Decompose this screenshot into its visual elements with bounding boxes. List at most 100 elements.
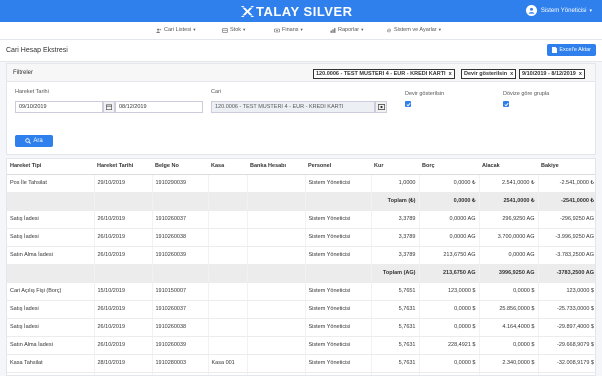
table-cell bbox=[246, 336, 305, 355]
table-cell: Sistem Yöneticisi bbox=[304, 336, 371, 355]
devir-checkbox[interactable] bbox=[405, 101, 411, 107]
table-cell: Satın Alma İadesi bbox=[7, 336, 94, 355]
filter-chip-date[interactable]: 9/10/2019 - 8/12/2019 x bbox=[519, 69, 585, 79]
table-cell: 3,3789 bbox=[370, 210, 419, 229]
cari-picker-button[interactable] bbox=[375, 101, 387, 113]
column-header[interactable]: Hareket Tarihi bbox=[94, 159, 152, 175]
table-cell: 1910260039 bbox=[151, 336, 208, 355]
table-cell bbox=[478, 372, 538, 375]
table-cell bbox=[207, 300, 247, 319]
menu-label: Finans bbox=[282, 27, 299, 33]
table-cell: 29/10/2019 bbox=[93, 174, 152, 193]
table-cell: 1910260038 bbox=[151, 228, 208, 247]
table-cell: 26/10/2019 bbox=[93, 210, 152, 229]
table-cell bbox=[207, 372, 247, 375]
doviz-label: Dövize göre grupla bbox=[503, 91, 550, 97]
column-header[interactable]: Borç bbox=[419, 159, 479, 175]
menu-raporlar[interactable]: Raporlar ▾ bbox=[330, 27, 363, 33]
table-cell bbox=[207, 246, 247, 265]
date-from-input[interactable]: 09/10/2019 bbox=[15, 101, 103, 113]
table-cell: 3,3789 bbox=[370, 228, 419, 247]
column-header[interactable]: Hareket Tipi bbox=[7, 159, 94, 175]
table-total-row: Toplam (AG) 213,6750 AG 3996,9250 AG -3783,… bbox=[7, 264, 595, 283]
table-cell: Kasa Tahsilat bbox=[7, 354, 94, 373]
table-cell: 0,0000 AG bbox=[418, 228, 479, 247]
menu-cari-listesi[interactable]: Cari Listesi ▾ bbox=[156, 27, 195, 33]
column-header[interactable]: Belge No bbox=[152, 159, 208, 175]
menu-finans[interactable]: Finans ▾ bbox=[274, 27, 303, 33]
table-cell bbox=[246, 192, 305, 211]
close-icon[interactable]: x bbox=[510, 71, 513, 77]
table-cell: Sistem Yöneticisi bbox=[304, 174, 371, 193]
table-cell: 3.700,0000 AG bbox=[478, 228, 538, 247]
menu-label: Stok bbox=[230, 27, 242, 33]
table-cell: 25.856,0000 $ bbox=[478, 300, 538, 319]
table-cell bbox=[246, 228, 305, 247]
column-header[interactable]: Kur bbox=[371, 159, 419, 175]
cari-select[interactable]: 120.0006 - TEST MUSTERI 4 - EUR - KREDI … bbox=[211, 101, 375, 113]
table-cell: -25.733,0000 $ bbox=[537, 300, 595, 319]
column-header[interactable]: Personel bbox=[305, 159, 371, 175]
menu-sistem-ayarlar[interactable]: Sistem ve Ayarlar ▾ bbox=[386, 27, 441, 33]
calendar-button[interactable] bbox=[103, 101, 115, 113]
statement-table: Hareket Tipi Hareket Tarihi Belge No Kas… bbox=[6, 158, 596, 376]
table-cell: Sistem Yöneticisi bbox=[304, 354, 371, 373]
filter-chip-devir[interactable]: Devir gösterilsin x bbox=[461, 69, 517, 79]
user-menu[interactable]: Sistem Yöneticisi ▾ bbox=[525, 5, 592, 16]
table-cell: Toplam (AG) bbox=[370, 264, 419, 283]
table-cell: -296,9250 AG bbox=[537, 210, 595, 229]
table-cell bbox=[304, 192, 371, 211]
filter-chip-label: 120.0006 - TEST MUSTERI 4 - EUR - KREDI … bbox=[316, 71, 446, 77]
filter-chip-label: 9/10/2019 - 8/12/2019 bbox=[522, 71, 576, 77]
table-cell: 1910150007 bbox=[151, 282, 208, 301]
table-cell: -3.996,9250 AG bbox=[537, 228, 595, 247]
column-header[interactable]: Banka Hesabı bbox=[247, 159, 305, 175]
table-cell: 213,6750 AG bbox=[418, 246, 479, 265]
table-cell: 0,0000 $ bbox=[418, 300, 479, 319]
table-row: Pos İle Tahsilat 29/10/2019 1910290039 Sist… bbox=[7, 174, 595, 193]
menu-label: Raporlar bbox=[338, 27, 360, 33]
table-cell: -29.897,4000 $ bbox=[537, 318, 595, 337]
search-button[interactable]: Ara bbox=[15, 135, 53, 147]
table-row: Satın Alma İadesi 26/10/2019 1910260039 Sis… bbox=[7, 246, 595, 265]
column-header[interactable]: Bakiye bbox=[538, 159, 595, 175]
table-cell bbox=[207, 192, 247, 211]
table-cell bbox=[7, 372, 94, 375]
main-menu: Cari Listesi ▾ Stok ▾ Finans ▾ Raporlar ▾ Si… bbox=[0, 22, 602, 40]
date-to-input[interactable]: 08/12/2019 bbox=[115, 101, 203, 113]
table-cell bbox=[151, 372, 208, 375]
brand-name: TALAY SILVER bbox=[256, 3, 353, 19]
table-cell bbox=[246, 372, 305, 375]
chevron-down-icon: ▾ bbox=[361, 27, 364, 32]
table-row: Satış İadesi 26/10/2019 1910260038 Sistem Y… bbox=[7, 318, 595, 337]
table-cell bbox=[246, 354, 305, 373]
top-bar: TALAY SILVER Sistem Yöneticisi ▾ bbox=[0, 0, 602, 22]
column-header[interactable]: Kasa bbox=[208, 159, 247, 175]
box-icon bbox=[222, 27, 228, 33]
table-cell: 2.541,0000 ₺ bbox=[478, 174, 538, 193]
close-icon[interactable]: x bbox=[579, 71, 582, 77]
filter-panel: Filtreler 120.0006 - TEST MUSTERI 4 - EU… bbox=[6, 63, 596, 155]
filter-chip-cari[interactable]: 120.0006 - TEST MUSTERI 4 - EUR - KREDI … bbox=[313, 69, 455, 79]
table-cell: 0,0000 $ bbox=[418, 354, 479, 373]
column-header[interactable]: Alacak bbox=[479, 159, 538, 175]
menu-label: Cari Listesi bbox=[164, 27, 192, 33]
chart-icon bbox=[330, 27, 336, 33]
table-cell bbox=[207, 264, 247, 283]
finance-icon bbox=[274, 28, 280, 32]
table-row: Cari Açılış Fişi (Borç) 15/10/2019 1910150… bbox=[7, 282, 595, 301]
table-row: Satın Alma İadesi 26/10/2019 1910260039 Sis… bbox=[7, 336, 595, 355]
menu-stok[interactable]: Stok ▾ bbox=[222, 27, 245, 33]
table-cell: 5,7631 bbox=[370, 336, 419, 355]
doviz-checkbox[interactable] bbox=[503, 101, 509, 107]
table-cell bbox=[370, 372, 419, 375]
table-cell: 213,6750 AG bbox=[418, 264, 479, 283]
table-cell: Kasa 001 bbox=[207, 354, 247, 373]
brand-logo[interactable]: TALAY SILVER bbox=[240, 3, 353, 19]
gear-icon bbox=[387, 28, 391, 32]
page-header: Cari Hesap Ekstresi Excel'e Aktar bbox=[0, 40, 602, 62]
export-excel-button[interactable]: Excel'e Aktar bbox=[547, 44, 596, 56]
close-icon[interactable]: x bbox=[449, 71, 452, 77]
chevron-down-icon: ▾ bbox=[193, 27, 196, 32]
table-cell bbox=[93, 264, 152, 283]
